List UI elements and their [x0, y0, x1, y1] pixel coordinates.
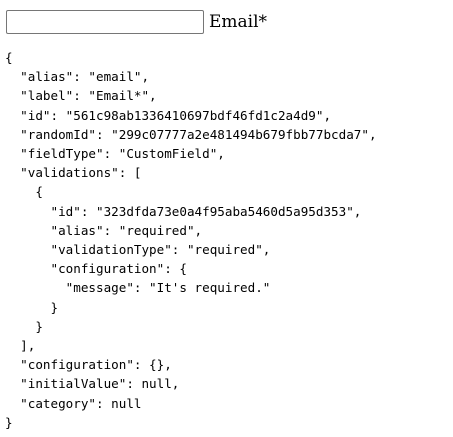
json-output: { "alias": "email", "label": "Email*", "…: [5, 50, 377, 430]
email-label: Email*: [209, 12, 268, 32]
email-field-row: Email*: [6, 6, 267, 38]
email-input[interactable]: [6, 10, 204, 34]
